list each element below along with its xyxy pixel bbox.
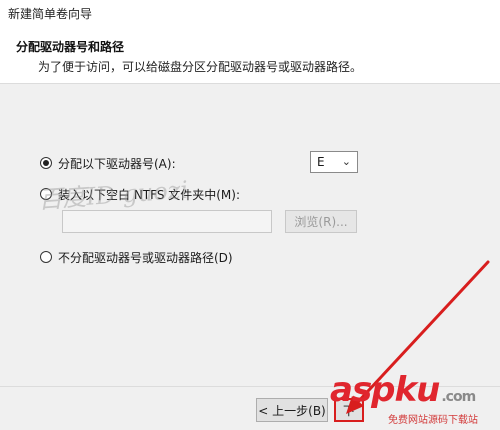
- assign-letter-option[interactable]: 分配以下驱动器号(A):: [40, 154, 176, 172]
- no-assign-option[interactable]: 不分配驱动器号或驱动器路径(D): [40, 248, 233, 266]
- drive-letter-value: E: [317, 155, 325, 169]
- brand-tagline: 免费网站源码下载站: [388, 415, 478, 426]
- brand-tld: .com: [441, 389, 476, 405]
- chevron-down-icon: ⌄: [341, 155, 351, 168]
- wizard-header: 分配驱动器号和路径 为了便于访问，可以给磁盘分区分配驱动器号或驱动器路径。: [0, 28, 500, 84]
- drive-letter-select[interactable]: E ⌄: [310, 151, 358, 173]
- no-assign-radio[interactable]: [40, 251, 52, 263]
- page-subtitle: 为了便于访问，可以给磁盘分区分配驱动器号或驱动器路径。: [38, 60, 363, 74]
- browse-button[interactable]: 浏览(R)...: [285, 210, 357, 233]
- folder-path-input[interactable]: [62, 210, 272, 233]
- no-assign-label: 不分配驱动器号或驱动器路径(D): [58, 250, 233, 265]
- wizard-content: 分配以下驱动器号(A): E ⌄ 装入以下空白 NTFS 文件夹中(M): 浏览…: [0, 85, 500, 385]
- footer-divider: [0, 386, 500, 387]
- page-title: 分配驱动器号和路径: [16, 40, 125, 54]
- window-title: 新建简单卷向导: [0, 0, 500, 28]
- mount-folder-radio[interactable]: [40, 188, 52, 200]
- new-simple-volume-wizard: 新建简单卷向导 分配驱动器号和路径 为了便于访问，可以给磁盘分区分配驱动器号或驱…: [0, 0, 500, 430]
- mount-folder-option[interactable]: 装入以下空白 NTFS 文件夹中(M):: [40, 185, 240, 203]
- assign-letter-label: 分配以下驱动器号(A):: [58, 156, 176, 171]
- assign-letter-radio[interactable]: [40, 157, 52, 169]
- back-button[interactable]: < 上一步(B): [256, 398, 328, 422]
- next-button[interactable]: 下: [334, 398, 364, 422]
- mount-folder-label: 装入以下空白 NTFS 文件夹中(M):: [58, 187, 241, 202]
